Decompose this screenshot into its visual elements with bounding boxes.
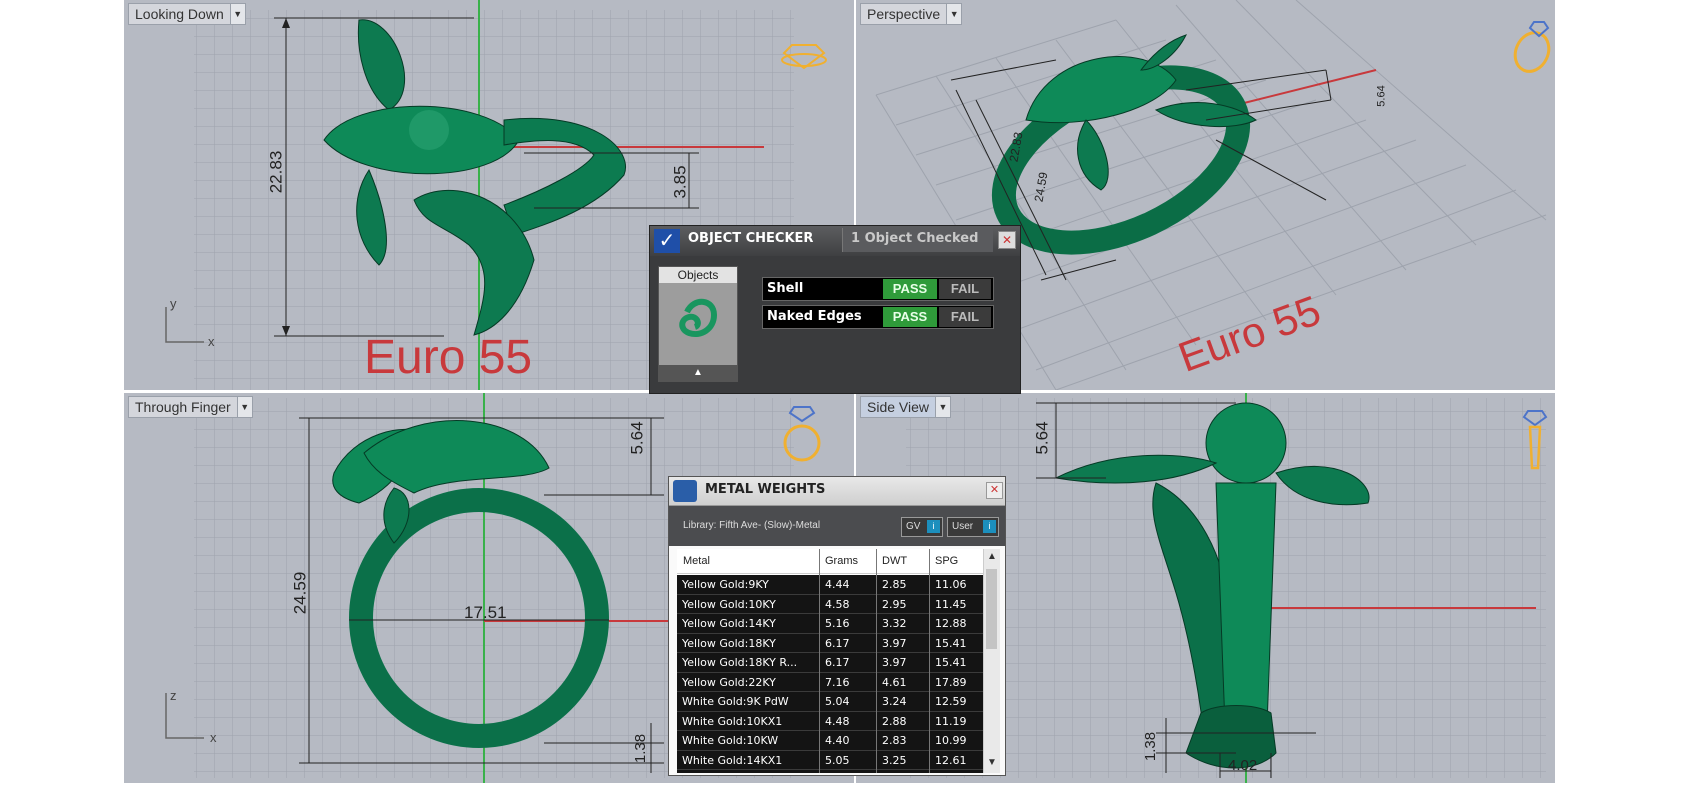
metal-name: White Gold:9K PdW [682, 695, 789, 708]
grams-value: 4.48 [825, 714, 850, 728]
chevron-down-icon[interactable]: ▼ [935, 397, 951, 417]
spg-value: 11.45 [935, 597, 967, 611]
viewport-title: Through Finger [135, 399, 231, 415]
viewport-title: Side View [867, 399, 930, 415]
table-body: Yellow Gold:9KY 4.44 2.85 11.06 Yellow Gold:… [677, 575, 983, 773]
column-divider [929, 549, 930, 773]
grams-value: 7.16 [825, 675, 850, 689]
table-row[interactable]: Yellow Gold:18KY 6.17 3.97 15.41 [677, 633, 983, 653]
object-checker-title: OBJECT CHECKER [688, 231, 814, 246]
check-row-naked-edges: Naked Edges PASS FAIL [762, 305, 994, 329]
tab-side-view[interactable]: Side View ▼ [860, 396, 952, 418]
grams-value: 5.16 [825, 617, 850, 630]
table-row[interactable]: Yellow Gold:22KY 7.16 4.61 17.89 [677, 672, 983, 692]
column-header-dwt[interactable]: DWT [882, 555, 907, 567]
scale-icon [673, 480, 697, 502]
table-row[interactable]: Yellow Gold:18KY R... 6.17 3.97 15.41 [677, 653, 983, 673]
column-header-metal[interactable]: Metal [683, 555, 710, 567]
check-name: Naked Edges [767, 309, 862, 324]
metal-weights-header: METAL WEIGHTS ✕ [669, 477, 1005, 506]
check-row-shell: Shell PASS FAIL [762, 277, 994, 301]
pass-badge: PASS [883, 307, 937, 327]
chevron-down-icon[interactable]: ▼ [984, 757, 1000, 771]
metal-weights-panel: METAL WEIGHTS ✕ Library: Fifth Ave- (Slo… [668, 476, 1006, 776]
column-header-spg[interactable]: SPG [935, 555, 958, 567]
close-icon[interactable]: ✕ [998, 231, 1016, 249]
object-checker-panel: ✓ OBJECT CHECKER 1 Object Checked ✕ Obje… [649, 225, 1021, 394]
grams-value: 5.04 [825, 695, 850, 708]
metal-weights-title: METAL WEIGHTS [705, 482, 826, 497]
column-divider [819, 549, 820, 773]
table-scrollbar[interactable]: ▲ ▼ [983, 549, 1000, 773]
objects-checked-label: 1 Object Checked [851, 231, 979, 246]
tab-looking-down[interactable]: Looking Down ▼ [128, 3, 246, 25]
grams-value: 4.40 [825, 734, 850, 747]
grams-value: 4.44 [825, 578, 850, 591]
objects-list[interactable]: Objects ▲ [658, 266, 738, 382]
tab-perspective[interactable]: Perspective ▼ [860, 3, 963, 25]
metal-name: Yellow Gold:10KY [682, 597, 776, 611]
tab-through-finger[interactable]: Through Finger ▼ [128, 396, 253, 418]
spg-value: 11.19 [935, 714, 967, 728]
viewport-title: Looking Down [135, 6, 224, 22]
table-row[interactable]: White Gold:14K PdW5.753.7014.35 [677, 770, 983, 773]
grams-value: 6.17 [825, 636, 850, 650]
user-label: User [952, 521, 974, 532]
metal-name: Yellow Gold:9KY [682, 578, 769, 591]
scroll-up-icon[interactable]: ▲ [659, 365, 737, 381]
grams-value: 4.58 [825, 597, 850, 611]
metal-weights-table: Metal Grams DWT SPG Yellow Gold:9KY 4.44 2… [677, 549, 983, 773]
metal-name: White Gold:10KW [682, 734, 779, 747]
ring-thumbnail-icon[interactable] [659, 267, 737, 381]
objects-checked-field: 1 Object Checked [842, 228, 993, 252]
spg-value: 15.41 [935, 636, 967, 650]
fail-badge: FAIL [939, 279, 991, 299]
metal-name: White Gold:10KX1 [682, 714, 783, 728]
checkmark-icon: ✓ [654, 229, 680, 253]
spg-value: 10.99 [935, 734, 967, 747]
spg-value: 12.59 [935, 695, 967, 708]
metal-name: White Gold:14KX1 [682, 753, 783, 767]
viewport-title: Perspective [867, 6, 941, 22]
info-icon[interactable]: i [927, 520, 940, 533]
table-header: Metal Grams DWT SPG [677, 549, 983, 574]
grams-value: 5.05 [825, 753, 850, 767]
chevron-down-icon[interactable]: ▼ [236, 397, 252, 417]
user-toggle[interactable]: User i [947, 517, 999, 537]
column-divider [876, 549, 877, 773]
grams-value: 6.17 [825, 656, 850, 669]
chevron-down-icon[interactable]: ▼ [229, 4, 245, 24]
table-row[interactable]: Yellow Gold:10KY 4.58 2.95 11.45 [677, 594, 983, 614]
library-label: Library: Fifth Ave- (Slow)-Metal [683, 520, 821, 531]
table-row[interactable]: Yellow Gold:14KY 5.16 3.32 12.88 [677, 614, 983, 634]
pass-badge: PASS [883, 279, 937, 299]
check-name: Shell [767, 281, 804, 296]
spg-value: 12.88 [935, 617, 967, 630]
gv-label: GV [906, 521, 921, 532]
spg-value: 17.89 [935, 675, 967, 689]
metal-name: Yellow Gold:14KY [682, 617, 776, 630]
chevron-up-icon[interactable]: ▲ [984, 551, 1000, 565]
metal-name: Yellow Gold:18KY R... [682, 656, 798, 669]
table-row[interactable]: White Gold:14KX1 5.05 3.25 12.61 [677, 750, 983, 770]
library-bar: Library: Fifth Ave- (Slow)-Metal GV i Use… [669, 506, 1005, 546]
table-row[interactable]: White Gold:10KW 4.40 2.83 10.99 [677, 731, 983, 751]
chevron-down-icon[interactable]: ▼ [946, 4, 962, 24]
spg-value: 11.06 [935, 578, 967, 591]
gv-toggle[interactable]: GV i [901, 517, 943, 537]
scroll-thumb[interactable] [986, 569, 997, 649]
column-header-grams[interactable]: Grams [825, 555, 858, 567]
object-checker-header: ✓ OBJECT CHECKER 1 Object Checked ✕ [650, 226, 1020, 256]
spg-value: 12.61 [935, 753, 967, 767]
info-icon[interactable]: i [983, 520, 996, 533]
spg-value: 15.41 [935, 656, 967, 669]
table-row[interactable]: White Gold:9K PdW 5.04 3.24 12.59 [677, 692, 983, 712]
metal-name: Yellow Gold:22KY [682, 675, 776, 689]
close-icon[interactable]: ✕ [986, 482, 1003, 499]
metal-name: Yellow Gold:18KY [682, 636, 776, 650]
fail-badge: FAIL [939, 307, 991, 327]
table-row[interactable]: White Gold:10KX1 4.48 2.88 11.19 [677, 711, 983, 731]
table-row[interactable]: Yellow Gold:9KY 4.44 2.85 11.06 [677, 575, 983, 595]
